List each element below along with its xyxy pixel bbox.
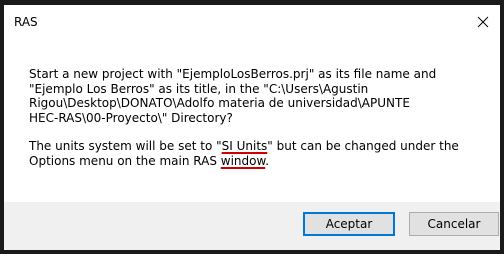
message-line: Start a new project with "EjemploLosBerr… xyxy=(29,67,437,81)
button-bar: Aceptar Cancelar xyxy=(4,202,500,250)
message-line: Options menu on the main RAS window. xyxy=(29,154,489,169)
accept-button[interactable]: Aceptar xyxy=(303,212,395,236)
window-highlight: window xyxy=(220,153,266,168)
title-bar: RAS xyxy=(4,5,500,39)
close-button[interactable] xyxy=(466,5,500,39)
message-text: Start a new project with "EjemploLosBerr… xyxy=(29,67,489,168)
cancel-button[interactable]: Cancelar xyxy=(409,212,499,236)
message-line: Rigou\Desktop\DONATO\Adolfo materia de u… xyxy=(29,96,410,110)
message-line: "Ejemplo Los Berros" as its title, in th… xyxy=(29,81,369,96)
message-line: The units system will be set to "SI Unit… xyxy=(29,139,489,154)
window-title: RAS xyxy=(14,15,38,29)
message-paragraph-project: Start a new project with "EjemploLosBerr… xyxy=(29,67,489,125)
message-line: HEC-RAS\00-Proyecto\" Directory? xyxy=(29,110,233,125)
units-highlight: SI Units xyxy=(221,139,268,153)
units-text-after: " but can be changed under the xyxy=(267,139,459,153)
message-paragraph-units: The units system will be set to "SI Unit… xyxy=(29,139,489,168)
units-text-before: The units system will be set to " xyxy=(29,139,222,153)
close-icon xyxy=(477,16,489,28)
options-text-before: Options menu on the main RAS xyxy=(29,153,221,168)
options-text-after: . xyxy=(265,153,270,168)
dialog-window: RAS Start a new project with "EjemploLos… xyxy=(0,0,504,254)
